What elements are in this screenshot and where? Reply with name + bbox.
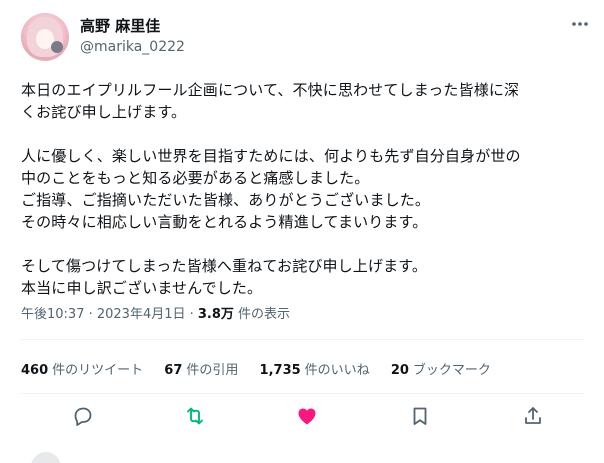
like-stat[interactable]: 1,735 件のいいね [260,363,370,378]
author-handle[interactable]: @marika_0222 [80,38,185,56]
tweet-line: 本日のエイプリルフール企画について、不快に思わせてしまった皆様に深 [21,81,520,99]
divider [21,393,584,394]
avatar [31,452,61,463]
tweet-line: 人に優しく、楽しい世界を目指すためには、何よりも先ず自分自身が世の [21,147,521,165]
bookmark-icon[interactable] [408,404,432,428]
tweet-line: ご指導、ご指摘いただいた皆様、ありがとうございました。 [21,191,431,209]
tweet-line: くお詫び申し上げます。 [21,103,187,121]
tweet-card: 高野 麻里佳 @marika_0222 本日のエイプリルフール企画について、不快… [0,0,604,463]
retweet-icon[interactable] [183,404,207,428]
tweet-meta: 午後10:37 · 2023年4月1日 · 3.8万 件の表示 [21,306,290,324]
timestamp[interactable]: 午後10:37 · 2023年4月1日 · [21,307,198,322]
avatar[interactable] [21,13,69,61]
reply-icon[interactable] [71,404,95,428]
tweet-line: その時々に相応しい言動をとれるよう精進してまいります。 [21,213,428,231]
more-icon[interactable] [570,18,590,30]
tweet-line: そして傷つけてしまった皆様へ重ねてお詫び申し上げます。 [21,257,428,275]
tweet-line: 本当に申し訳ございませんでした。 [21,279,263,297]
avatar-ear [51,41,63,53]
bookmark-stat[interactable]: 20 ブックマーク [391,363,491,378]
engagement-stats: 460 件のリツイート 67 件の引用 1,735 件のいいね 20 ブックマーク [21,362,508,380]
divider [21,339,584,340]
share-icon[interactable] [521,404,545,428]
author-name[interactable]: 高野 麻里佳 [80,16,160,36]
action-bar [0,404,604,434]
tweet-line: 中のことをもっと知る必要があると痛感しました。 [21,169,370,187]
retweet-stat[interactable]: 460 件のリツイート [21,363,143,378]
views-label: 件の表示 [233,307,291,322]
tweet-text: 本日のエイプリルフール企画について、不快に思わせてしまった皆様に深 くお詫び申し… [21,79,586,299]
views-count: 3.8万 [197,307,234,322]
next-avatar-peek [21,452,69,463]
heart-icon[interactable] [295,404,319,428]
quote-stat[interactable]: 67 件の引用 [164,363,238,378]
